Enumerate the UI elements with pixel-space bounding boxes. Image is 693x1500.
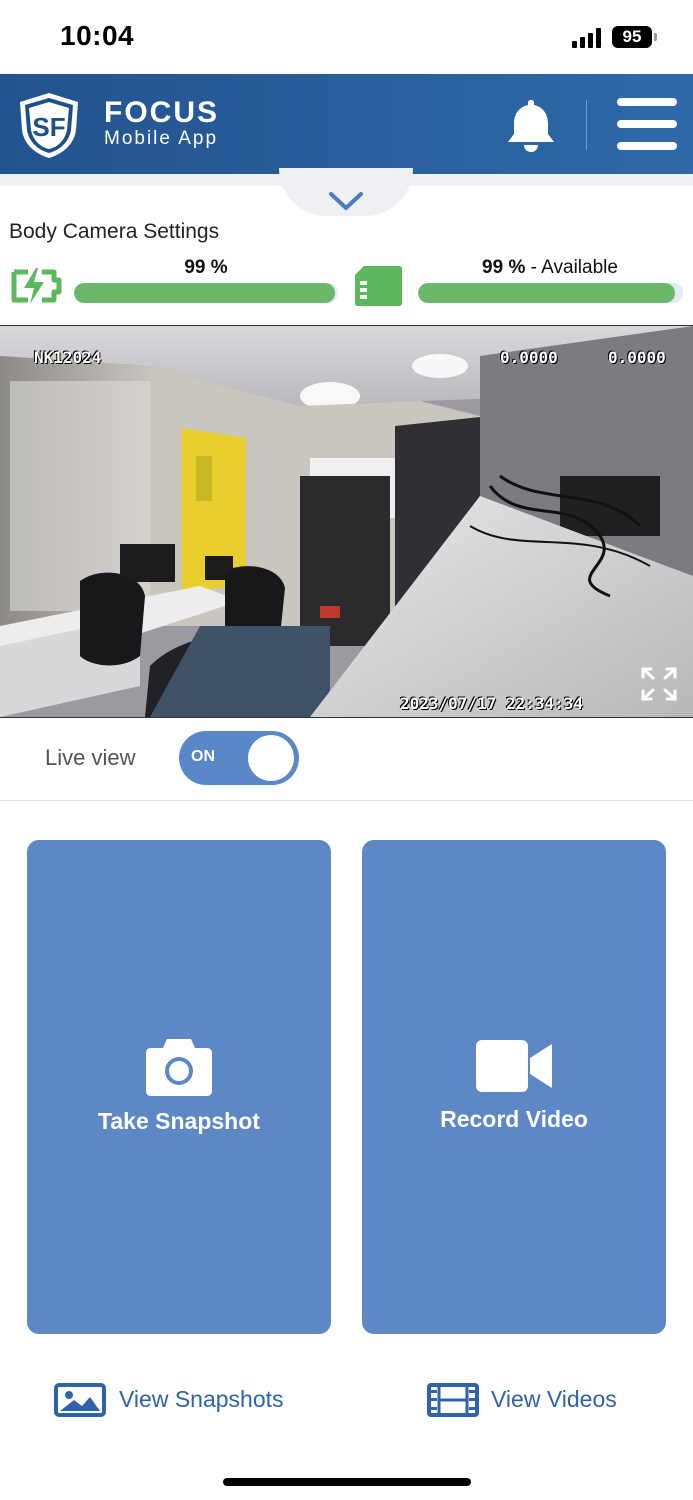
chevron-down-icon[interactable]	[328, 190, 364, 212]
notification-bell-icon[interactable]	[503, 96, 559, 154]
storage-progress-bar	[418, 283, 683, 303]
brand-title: FOCUS	[104, 96, 219, 129]
sd-card-icon	[355, 266, 402, 306]
home-indicator	[223, 1478, 471, 1486]
battery-charging-icon	[11, 268, 62, 304]
view-snapshots-link[interactable]: View Snapshots	[54, 1380, 294, 1420]
camera-coord-2: 0.0000	[608, 348, 666, 367]
status-bar: 10:04 95	[0, 0, 693, 74]
storage-percent: 99 %	[482, 257, 526, 278]
camera-icon	[146, 1039, 212, 1096]
toggle-knob	[248, 735, 294, 781]
view-videos-link[interactable]: View Videos	[427, 1380, 627, 1420]
fullscreen-expand-icon[interactable]	[640, 666, 678, 702]
header-divider	[586, 100, 587, 150]
view-snapshots-label: View Snapshots	[119, 1386, 284, 1412]
live-view-toggle[interactable]: ON	[179, 731, 299, 785]
status-time: 10:04	[60, 20, 135, 51]
hamburger-menu-icon[interactable]	[617, 98, 677, 150]
view-videos-label: View Videos	[491, 1386, 617, 1412]
svg-text:SF: SF	[32, 112, 65, 142]
image-gallery-icon	[54, 1383, 106, 1417]
signal-icon	[572, 28, 601, 48]
camera-frame-image	[0, 326, 693, 717]
record-video-label: Record Video	[440, 1106, 588, 1132]
camera-live-feed[interactable]: NK12024 0.0000 0.0000 2023/07/17 22:34:3…	[0, 325, 693, 718]
battery-status-value: 95	[612, 26, 652, 48]
toggle-state-text: ON	[191, 748, 215, 765]
battery-progress-fill	[74, 283, 336, 303]
battery-percent: 99 %	[184, 257, 228, 278]
live-view-label: Live view	[45, 745, 136, 770]
film-strip-icon	[427, 1383, 479, 1417]
take-snapshot-label: Take Snapshot	[98, 1108, 260, 1134]
battery-tip	[654, 33, 657, 41]
video-camera-icon	[476, 1040, 552, 1092]
record-video-button[interactable]: Record Video	[362, 840, 666, 1334]
brand-subtitle: Mobile App	[104, 128, 219, 149]
live-view-row: Live view ON	[0, 717, 693, 801]
battery-status-icon: 95	[612, 26, 658, 48]
focus-logo: SF	[20, 93, 78, 158]
camera-coord-1: 0.0000	[500, 348, 558, 367]
camera-timestamp: 2023/07/17 22:34:34	[400, 694, 584, 713]
camera-device-id: NK12024	[34, 348, 102, 367]
take-snapshot-button[interactable]: Take Snapshot	[27, 840, 331, 1334]
settings-title: Body Camera Settings	[9, 220, 220, 243]
storage-progress-fill	[418, 283, 676, 303]
battery-progress-bar	[74, 283, 338, 303]
storage-status: 99 % - Available	[418, 257, 682, 279]
app-header: SF FOCUS Mobile App	[0, 74, 693, 174]
storage-suffix: - Available	[525, 257, 618, 278]
